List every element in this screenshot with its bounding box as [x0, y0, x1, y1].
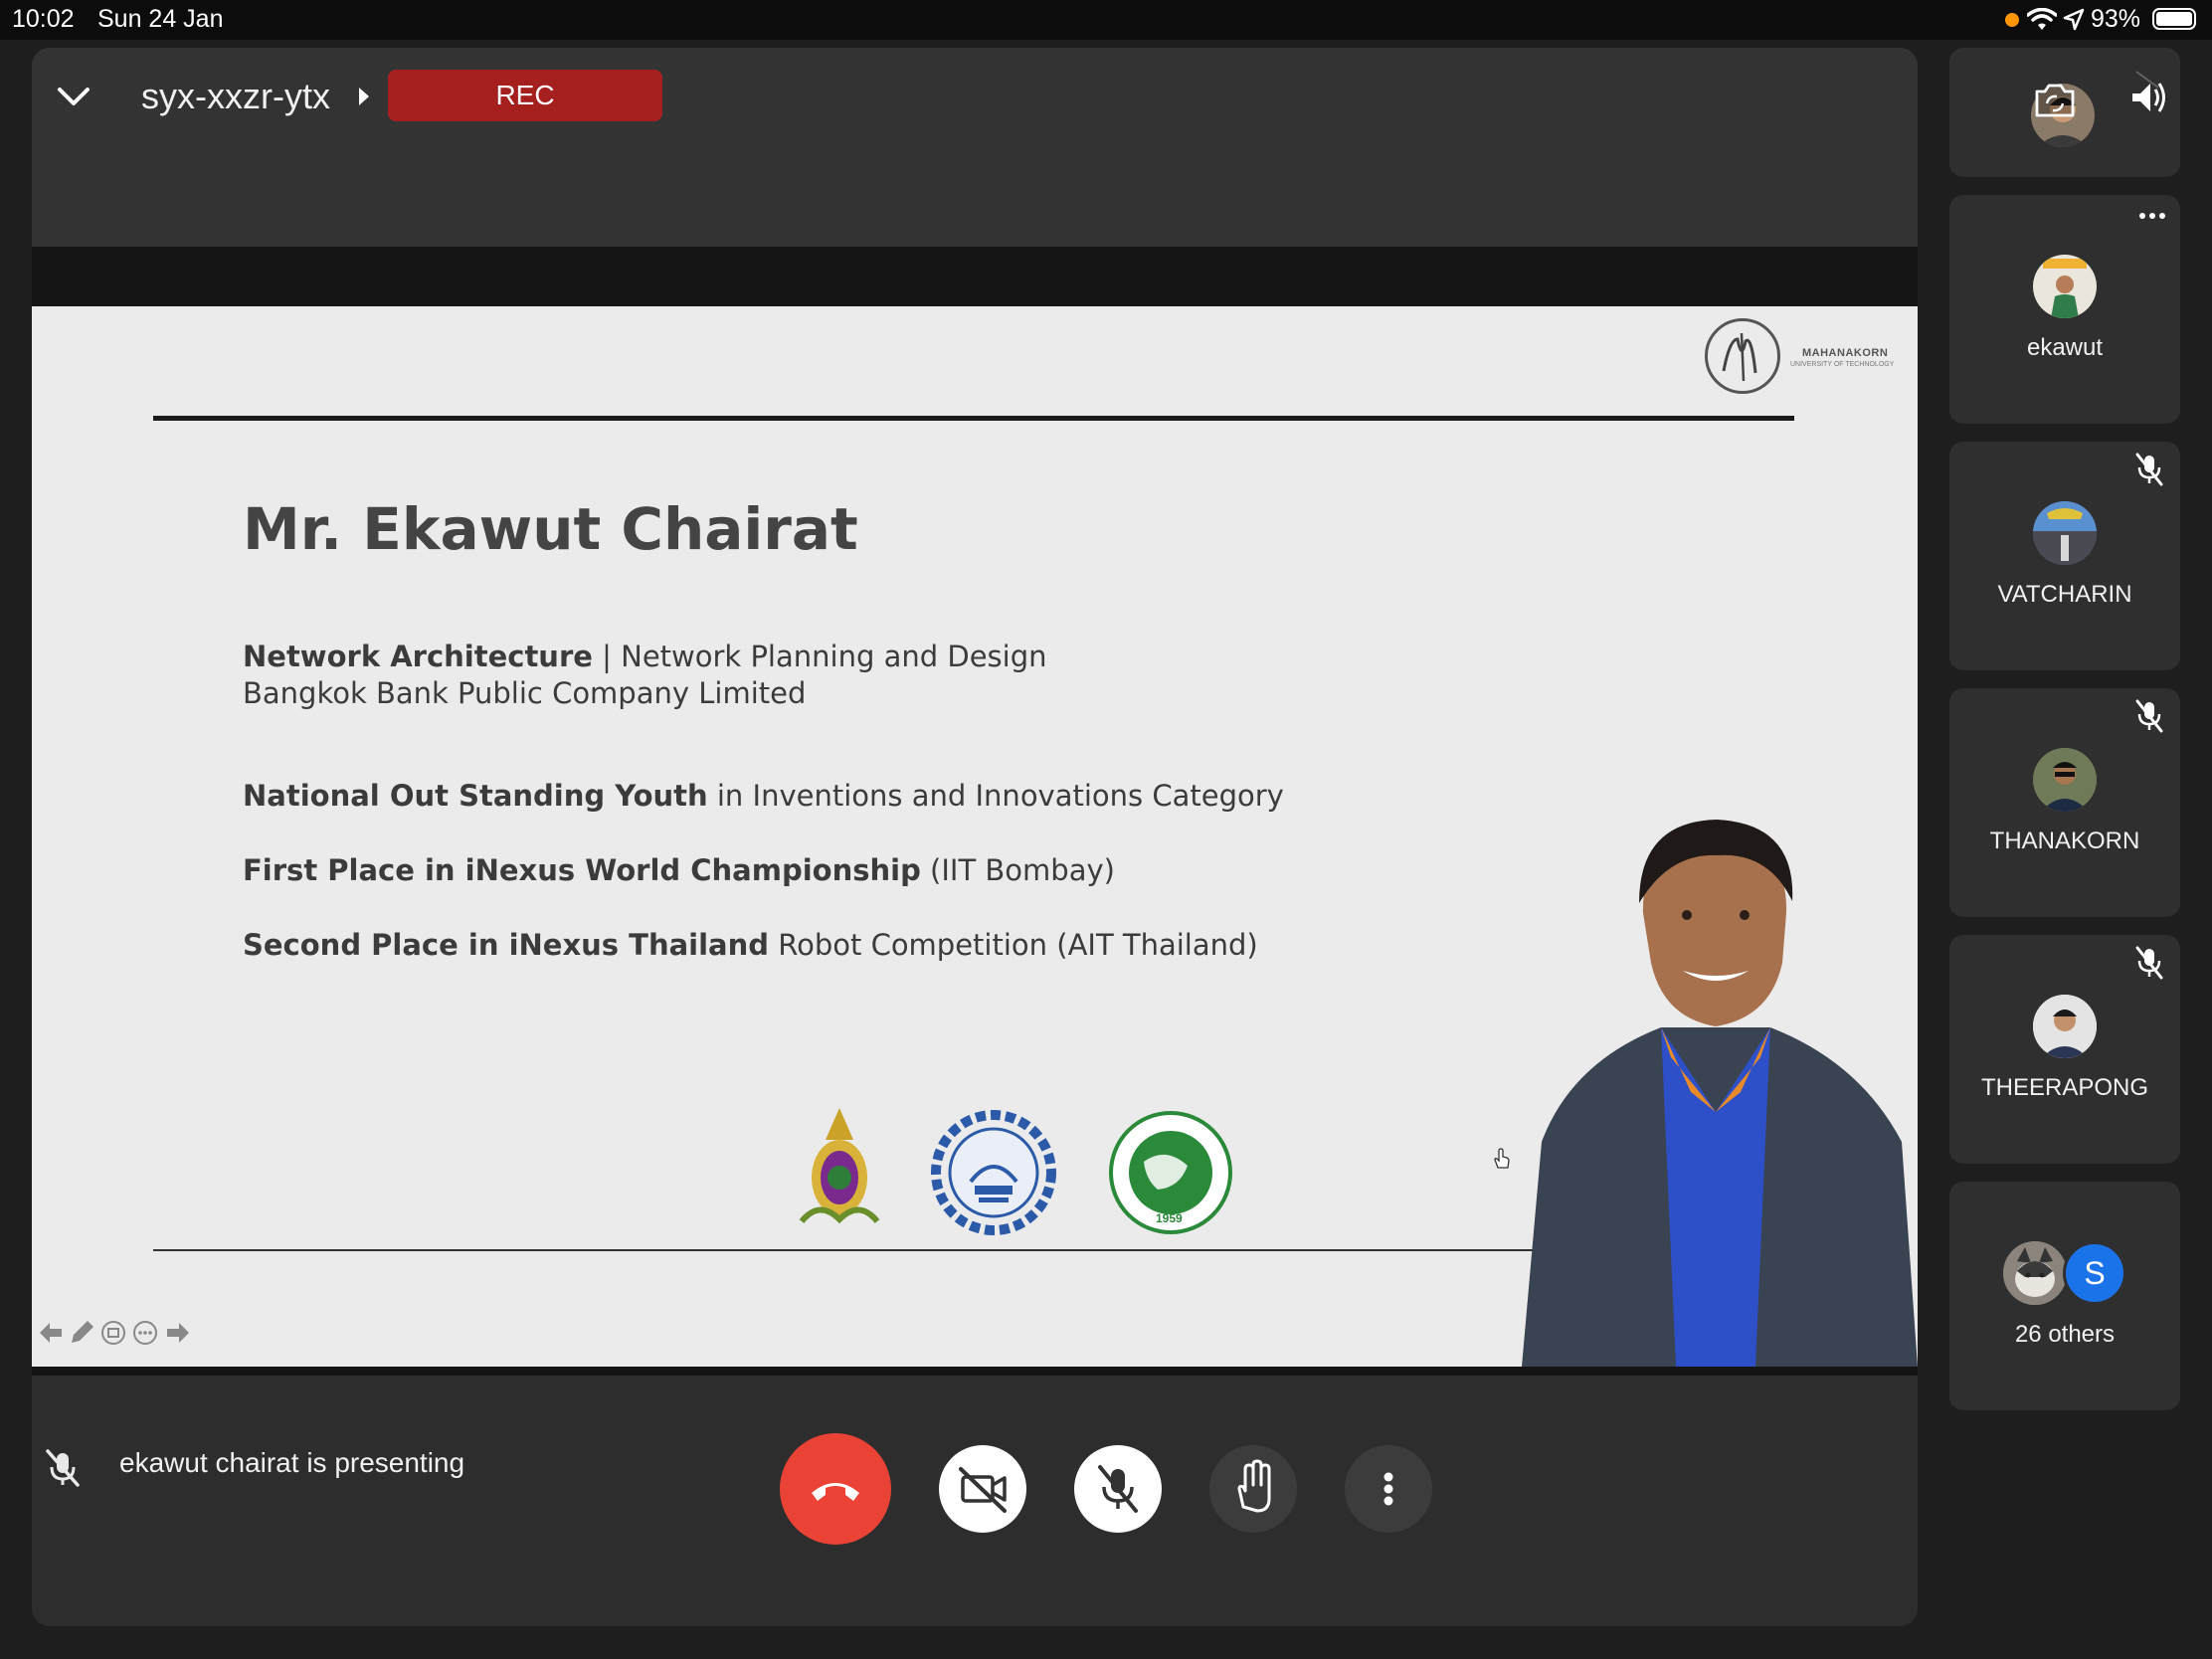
- battery-percent: 93%: [2091, 5, 2141, 33]
- slide-award-3: Second Place in iNexus Thailand Robot Co…: [243, 928, 1258, 962]
- others-count: 26 others: [2014, 1321, 2116, 1348]
- slide-menu-icon[interactable]: [99, 1319, 127, 1347]
- recording-dot-icon: [2005, 13, 2019, 27]
- avatar: [2033, 748, 2097, 812]
- hand-icon: [1237, 1459, 1271, 1513]
- participant-tile-vatcharin[interactable]: VATCHARIN: [1949, 442, 2180, 670]
- participant-tile-theerapong[interactable]: THEERAPONG: [1949, 935, 2180, 1164]
- more-options-circle-icon[interactable]: [131, 1319, 159, 1347]
- award-3-bold: Second Place in iNexus Thailand: [243, 928, 770, 962]
- avatar: [2033, 255, 2097, 318]
- presenter-photo: [1522, 820, 1918, 1367]
- shared-slide: MAHANAKORN UNIVERSITY OF TECHNOLOGY Mr. …: [32, 306, 1918, 1367]
- more-options-button[interactable]: [1345, 1445, 1432, 1533]
- end-call-button[interactable]: [780, 1433, 891, 1545]
- mic-off-icon: [2135, 453, 2163, 486]
- battery-icon: [2152, 8, 2196, 30]
- recording-badge: REC: [388, 70, 662, 121]
- others-tile[interactable]: S 26 others: [1949, 1182, 2180, 1410]
- switch-camera-icon[interactable]: [2033, 82, 2077, 119]
- meeting-code[interactable]: syx-xxzr-ytx: [141, 76, 330, 117]
- participant-tile-thanakorn[interactable]: THANAKORN: [1949, 688, 2180, 917]
- award-1-rest: in Inventions and Innovations Category: [707, 779, 1284, 813]
- hand-cursor-icon: [1494, 1148, 1510, 1169]
- university-name: MAHANAKORN: [1802, 347, 1889, 359]
- participant-tile-ekawut[interactable]: ekawut: [1949, 195, 2180, 424]
- meeting-panel: syx-xxzr-ytx REC MAHANAKORN UNIVERSITY O…: [32, 48, 1918, 1626]
- mic-off-icon: [1098, 1465, 1138, 1513]
- letter-avatar: S: [2063, 1241, 2126, 1305]
- arrow-left-icon[interactable]: [36, 1319, 64, 1347]
- award-1-bold: National Out Standing Youth: [243, 779, 708, 813]
- award-2-rest: (IIT Bombay): [920, 853, 1115, 887]
- slide-nav-toolbar: [34, 1317, 203, 1349]
- mic-off-icon: [2135, 699, 2163, 733]
- award-3-rest: Robot Competition (AIT Thailand): [769, 928, 1258, 962]
- ait-year: 1959: [1156, 1211, 1183, 1225]
- presentation-stage: MAHANAKORN UNIVERSITY OF TECHNOLOGY Mr. …: [32, 247, 1918, 1376]
- slide-company: Bangkok Bank Public Company Limited: [243, 676, 807, 710]
- award-2-bold: First Place in iNexus World Championship: [243, 853, 921, 887]
- mic-off-icon: [46, 1449, 80, 1487]
- university-logo: [1705, 318, 1780, 394]
- mic-toggle-button[interactable]: [1074, 1445, 1162, 1533]
- slide-top-rule: [153, 416, 1794, 421]
- slide-title: Mr. Ekawut Chairat: [243, 495, 858, 563]
- more-vertical-icon: [1383, 1472, 1393, 1506]
- avatar: [2033, 501, 2097, 565]
- caret-right-icon[interactable]: [356, 86, 372, 107]
- wifi-icon: [2027, 8, 2057, 30]
- status-bar: 10:02 Sun 24 Jan 93%: [0, 0, 2212, 40]
- arrow-right-icon[interactable]: [165, 1319, 193, 1347]
- location-arrow-icon: [2063, 8, 2085, 31]
- slide-bottom-rule: [153, 1249, 1575, 1251]
- meeting-bottom-bar: ekawut chairat is presenting: [32, 1376, 1918, 1626]
- avatar: [2003, 1241, 2067, 1305]
- thai-emblem-logo: [799, 1108, 880, 1224]
- more-horizontal-icon[interactable]: [2136, 209, 2168, 223]
- raise-hand-button[interactable]: [1209, 1445, 1297, 1533]
- camera-toggle-button[interactable]: [939, 1445, 1026, 1533]
- participant-name: ekawut: [2026, 334, 2104, 361]
- university-subtitle: UNIVERSITY OF TECHNOLOGY: [1790, 361, 1895, 368]
- participant-name: VATCHARIN: [1997, 581, 2132, 608]
- participant-name: THANAKORN: [1989, 828, 2140, 854]
- meeting-top-bar: syx-xxzr-ytx REC: [32, 48, 1918, 247]
- pencil-icon[interactable]: [68, 1319, 95, 1347]
- iit-bombay-logo: [931, 1110, 1056, 1235]
- mic-off-icon: [2135, 946, 2163, 980]
- role-rest: | Network Planning and Design: [592, 640, 1047, 673]
- slide-role-line: Network Architecture | Network Planning …: [243, 640, 1047, 673]
- presenting-status: ekawut chairat is presenting: [119, 1447, 465, 1478]
- status-date: Sun 24 Jan: [97, 5, 224, 33]
- slide-award-2: First Place in iNexus World Championship…: [243, 853, 1115, 887]
- self-view-tile[interactable]: [1949, 48, 2180, 177]
- speaker-icon[interactable]: [2128, 68, 2168, 121]
- status-time: 10:02: [12, 5, 75, 33]
- slide-award-1: National Out Standing Youth in Invention…: [243, 779, 1284, 813]
- participant-name: THEERAPONG: [1980, 1074, 2149, 1101]
- role-bold: Network Architecture: [243, 640, 593, 673]
- chevron-down-icon[interactable]: [54, 78, 93, 113]
- avatar: [2033, 995, 2097, 1058]
- camera-off-icon: [959, 1467, 1007, 1513]
- phone-hangup-icon: [812, 1483, 859, 1501]
